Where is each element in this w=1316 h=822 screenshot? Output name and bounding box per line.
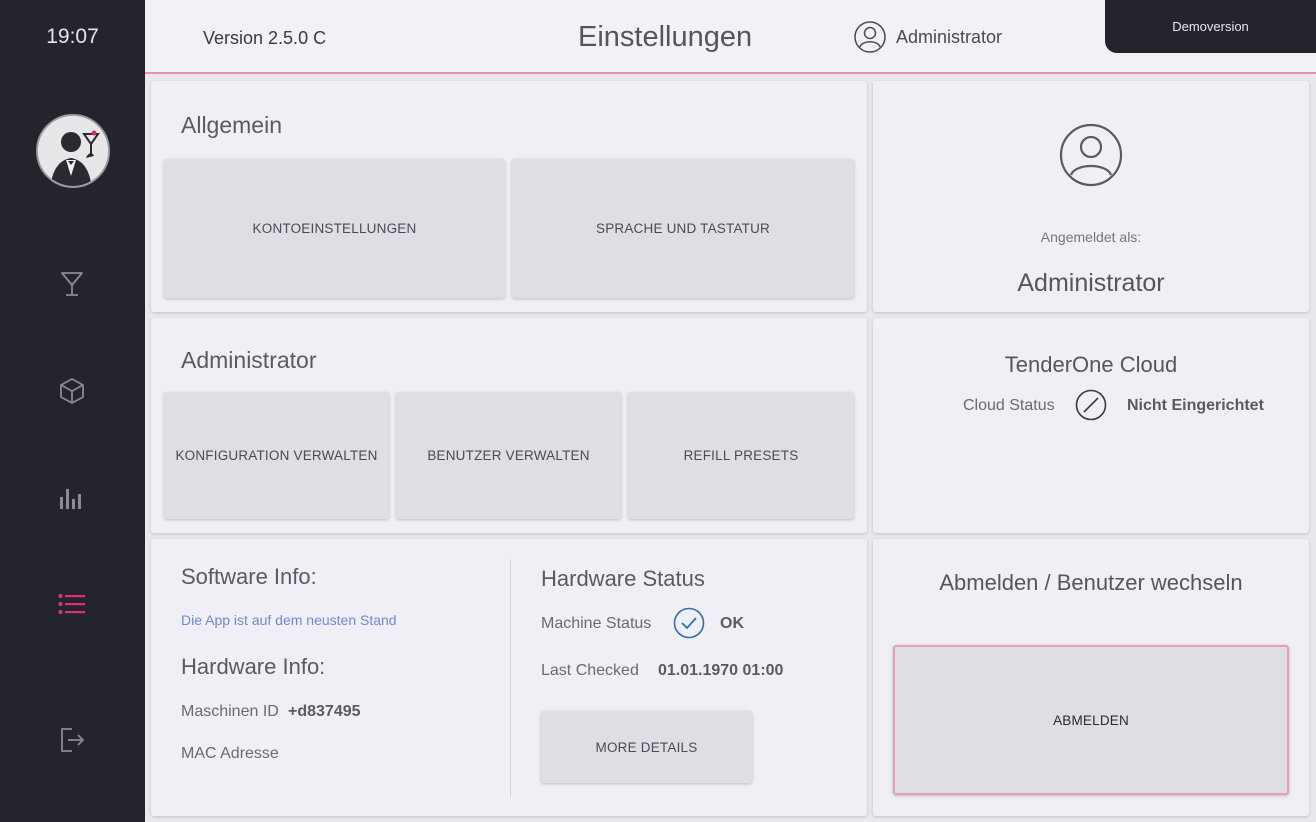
header-user-name: Administrator bbox=[896, 26, 1003, 47]
not-configured-icon bbox=[1075, 389, 1107, 421]
account-panel: Angemeldet als: Administrator bbox=[873, 81, 1309, 312]
manage-configuration-button[interactable]: KONFIGURATION VERWALTEN bbox=[164, 392, 389, 519]
general-title: Allgemein bbox=[181, 112, 282, 138]
language-keyboard-button[interactable]: SPRACHE UND TASTATUR bbox=[512, 159, 854, 298]
logged-in-label: Angemeldet als: bbox=[1040, 229, 1142, 245]
info-divider bbox=[510, 559, 511, 797]
header-user[interactable]: Administrator bbox=[854, 21, 1002, 53]
cocktail-glass-icon[interactable] bbox=[52, 264, 92, 304]
header: Version 2.5.0 C Einstellungen Administra… bbox=[145, 0, 1316, 74]
demo-badge: Demoversion bbox=[1105, 0, 1316, 53]
software-info-title: Software Info: bbox=[181, 564, 317, 589]
info-panel: Software Info: Die App ist auf dem neust… bbox=[151, 539, 867, 816]
cloud-title: TenderOne Cloud bbox=[1004, 352, 1178, 377]
machine-id-value: +d837495 bbox=[288, 703, 361, 720]
hardware-info-title: Hardware Info: bbox=[181, 654, 326, 679]
machine-id-label: Maschinen ID bbox=[181, 703, 279, 720]
more-details-button[interactable]: MORE DETAILS bbox=[541, 711, 752, 783]
version-label: Version 2.5.0 C bbox=[203, 28, 327, 48]
bar-chart-icon[interactable] bbox=[52, 478, 92, 518]
check-icon bbox=[673, 607, 705, 639]
machine-status-label: Machine Status bbox=[541, 615, 652, 632]
refill-presets-button[interactable]: REFILL PRESETS bbox=[628, 392, 854, 519]
logged-in-user: Administrator bbox=[1017, 269, 1165, 297]
clock: 19:07 bbox=[46, 25, 99, 48]
brand-avatar-icon bbox=[36, 114, 110, 188]
cloud-status-label: Cloud Status bbox=[963, 397, 1055, 414]
hardware-status-title: Hardware Status bbox=[541, 566, 705, 591]
logout-panel: Abmelden / Benutzer wechseln ABMELDEN bbox=[873, 539, 1309, 816]
mac-address-label: MAC Adresse bbox=[181, 745, 279, 762]
manage-users-button[interactable]: BENUTZER VERWALTEN bbox=[396, 392, 621, 519]
update-status-text: Die App ist auf dem neusten Stand bbox=[181, 612, 397, 628]
logout-title: Abmelden / Benutzer wechseln bbox=[939, 570, 1243, 595]
sidebar: 19:07 bbox=[0, 0, 145, 822]
cloud-panel: TenderOne Cloud Cloud Status Nicht Einge… bbox=[873, 318, 1309, 533]
list-icon[interactable] bbox=[52, 584, 92, 624]
logout-icon[interactable] bbox=[52, 720, 92, 760]
cloud-status-value: Nicht Eingerichtet bbox=[1127, 397, 1264, 414]
admin-panel: Administrator KONFIGURATION VERWALTEN BE… bbox=[151, 318, 867, 533]
user-icon bbox=[854, 21, 886, 53]
page-title: Einstellungen bbox=[578, 21, 753, 53]
account-settings-button[interactable]: KONTOEINSTELLUNGEN bbox=[164, 159, 505, 298]
last-checked-value: 01.01.1970 01:00 bbox=[658, 662, 784, 679]
account-user-icon bbox=[1059, 123, 1123, 187]
last-checked-label: Last Checked bbox=[541, 662, 639, 679]
machine-status-value: OK bbox=[720, 615, 744, 632]
general-panel: Allgemein KONTOEINSTELLUNGEN SPRACHE UND… bbox=[151, 81, 867, 312]
logout-button[interactable]: ABMELDEN bbox=[893, 645, 1289, 795]
cube-icon[interactable] bbox=[52, 371, 92, 411]
admin-title: Administrator bbox=[181, 347, 317, 373]
